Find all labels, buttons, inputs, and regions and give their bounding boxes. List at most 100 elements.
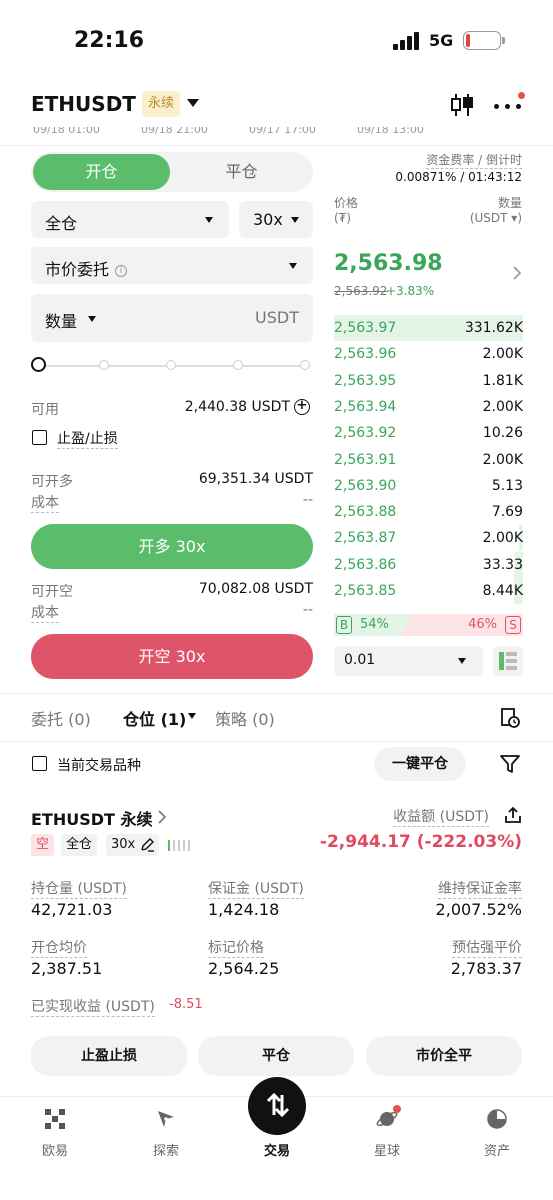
- price-change: +3.83%: [386, 284, 435, 298]
- quantity-input[interactable]: 数量 USDT: [31, 294, 313, 342]
- tpsl-button[interactable]: 止盈止损: [31, 1036, 187, 1076]
- leverage-select[interactable]: 30x: [239, 201, 313, 238]
- quantity-slider-knob[interactable]: [31, 357, 46, 372]
- price-header: 价格: [334, 196, 359, 210]
- tab-close-position[interactable]: 平仓: [172, 154, 311, 190]
- quantity-label[interactable]: 数量: [45, 308, 77, 332]
- tab-orders[interactable]: 委托 (0): [31, 706, 91, 730]
- order-book-row[interactable]: 2,563.91 2.00K: [334, 447, 523, 473]
- order-book-amount: 2.00K: [482, 451, 523, 468]
- order-type-value: 市价委托: [45, 260, 110, 279]
- orderbook-layout-icon[interactable]: [493, 646, 523, 676]
- entry-price-value: 2,387.51: [31, 959, 103, 978]
- position-title[interactable]: ETHUSDT 永续: [31, 806, 153, 830]
- margin-mode-value: 全仓: [45, 214, 78, 233]
- order-book-row[interactable]: 2,563.94 2.00K: [334, 394, 523, 420]
- compass-icon: [158, 1111, 174, 1127]
- close-position-button[interactable]: 平仓: [198, 1036, 354, 1076]
- realized-pnl-label[interactable]: 已实现收益 (USDT): [31, 996, 155, 1017]
- order-book-row[interactable]: 2,563.85 8.44K: [334, 578, 523, 604]
- tab-open-position[interactable]: 开仓: [33, 154, 170, 190]
- amount-header: 数量: [497, 196, 522, 210]
- margin-mode-tag: 全仓: [61, 834, 98, 856]
- symbol-title[interactable]: ETHUSDT: [31, 92, 136, 116]
- divider: [0, 145, 553, 146]
- short-side-tag: 空: [31, 834, 55, 856]
- order-book-row[interactable]: 2,563.90 5.13: [334, 473, 523, 499]
- liquidation-price-label[interactable]: 预估强平价: [452, 937, 522, 958]
- chart-tick: 09/17 17:00: [249, 127, 316, 136]
- filter-icon[interactable]: [499, 753, 521, 775]
- nav-label: 探索: [152, 1144, 179, 1159]
- perpetual-badge: 永续: [142, 91, 181, 117]
- slider-stop[interactable]: [233, 360, 243, 370]
- order-history-icon[interactable]: [500, 708, 520, 728]
- nav-label: 交易: [263, 1144, 290, 1159]
- chevron-down-icon[interactable]: [188, 713, 196, 719]
- order-book-row[interactable]: 2,563.95 1.81K: [334, 368, 523, 394]
- plus-circle-icon[interactable]: +: [294, 399, 310, 415]
- edit-pencil-icon[interactable]: [140, 837, 155, 852]
- order-book-row[interactable]: 2,563.86 33.33: [334, 551, 523, 578]
- order-book-amount: 1.81K: [482, 372, 523, 389]
- chevron-down-icon: [205, 217, 213, 223]
- open-short-button[interactable]: 开空 30x: [31, 634, 313, 679]
- mark-price-label[interactable]: 标记价格: [208, 937, 264, 958]
- order-book-price: 2,563.94: [334, 398, 397, 415]
- can-long-label: 可开多: [31, 474, 73, 490]
- chart-tick: 09/18 13:00: [357, 127, 424, 136]
- chevron-down-icon: [458, 658, 466, 664]
- order-book-row[interactable]: 2,563.96 2.00K: [334, 341, 523, 367]
- tpsl-checkbox[interactable]: [32, 430, 47, 445]
- nav-label: 星球: [373, 1144, 400, 1159]
- tpsl-label[interactable]: 止盈/止损: [57, 428, 118, 449]
- cost-label: 成本: [31, 492, 59, 513]
- slider-stop[interactable]: [166, 360, 176, 370]
- margin-label[interactable]: 保证金 (USDT): [208, 878, 304, 899]
- mmr-label[interactable]: 维持保证金率: [438, 878, 522, 899]
- order-book-row[interactable]: 2,563.88 7.69: [334, 499, 523, 525]
- close-all-button[interactable]: 一键平仓: [374, 747, 466, 781]
- pnl-label[interactable]: 收益额 (USDT): [393, 806, 489, 827]
- amount-unit-select[interactable]: (USDT ▾): [470, 211, 522, 225]
- tab-strategies[interactable]: 策略 (0): [215, 706, 275, 730]
- order-book-row[interactable]: 2,563.92 10.26: [334, 420, 523, 446]
- market-close-all-button[interactable]: 市价全平: [366, 1036, 522, 1076]
- order-book-price: 2,563.92: [334, 425, 397, 442]
- info-icon[interactable]: i: [115, 265, 128, 277]
- last-price: 2,563.98: [334, 251, 443, 276]
- tab-positions[interactable]: 仓位 (1): [123, 706, 186, 730]
- margin-mode-select[interactable]: 全仓: [31, 201, 229, 238]
- precision-value: 0.01: [344, 652, 376, 668]
- open-long-button[interactable]: 开多 30x: [31, 524, 313, 569]
- symbol-dropdown-icon[interactable]: [187, 99, 199, 107]
- swap-arrows-icon: [266, 1092, 290, 1118]
- mark-price-value: 2,564.25: [208, 959, 280, 978]
- order-book-row[interactable]: 2,563.97 331.62K: [334, 315, 523, 341]
- current-symbol-checkbox[interactable]: [32, 756, 47, 771]
- funding-label[interactable]: 资金费率 / 倒计时: [426, 151, 522, 169]
- order-book-row[interactable]: 2,563.87 2.00K: [334, 525, 523, 552]
- order-book-price: 2,563.88: [334, 504, 397, 521]
- order-book-price: 2,563.85: [334, 583, 397, 599]
- candlestick-icon[interactable]: [449, 93, 475, 117]
- size-label[interactable]: 持仓量 (USDT): [31, 878, 127, 899]
- order-book-price: 2,563.95: [334, 372, 397, 389]
- chevron-right-icon[interactable]: [157, 809, 167, 825]
- share-icon[interactable]: [504, 806, 522, 824]
- signal-icon: [393, 32, 419, 50]
- battery-icon: [463, 31, 505, 50]
- order-book-amount: 33.33: [482, 556, 523, 573]
- chart-tick: 09/18 21:00: [141, 127, 208, 136]
- precision-select[interactable]: 0.01: [334, 646, 483, 676]
- pnl-value: -2,944.17 (-222.03%): [319, 832, 522, 852]
- okx-logo-icon: [45, 1109, 65, 1129]
- slider-stop[interactable]: [99, 360, 109, 370]
- nav-label: 资产: [483, 1144, 510, 1159]
- slider-stop[interactable]: [300, 360, 310, 370]
- chevron-right-icon[interactable]: [512, 265, 522, 281]
- more-icon[interactable]: [494, 98, 522, 114]
- order-type-select[interactable]: 市价委托 i: [31, 247, 313, 284]
- entry-price-label[interactable]: 开仓均价: [31, 937, 87, 958]
- pie-chart-icon: [487, 1109, 507, 1129]
